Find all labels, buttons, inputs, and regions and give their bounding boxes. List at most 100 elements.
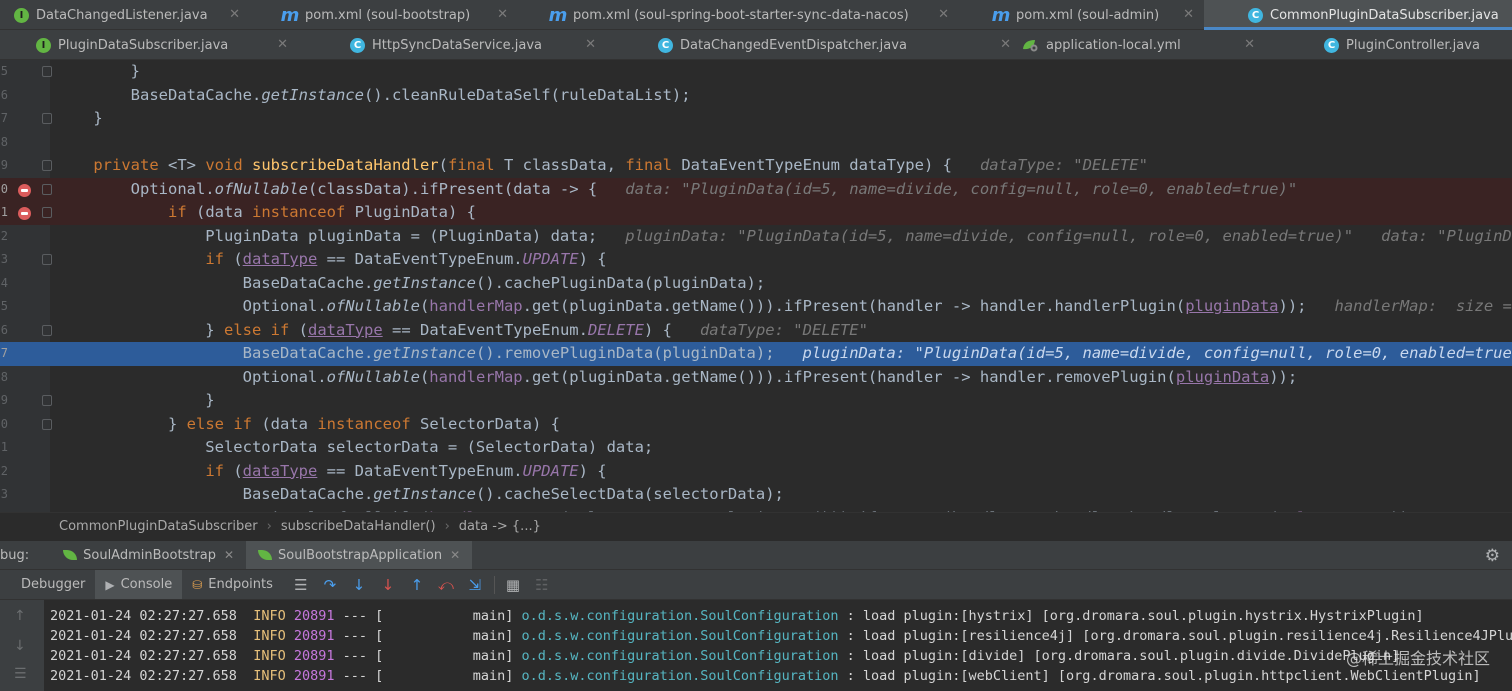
console-output[interactable]: ↑ ↓ ☰ 2021-01-24 02:27:27.658 INFO 20891…	[0, 599, 1512, 691]
breadcrumb-lambda[interactable]: data -> {...}	[459, 519, 541, 534]
code-line[interactable]: 1 SelectorData selectorData = (SelectorD…	[0, 436, 1512, 460]
step-out-icon[interactable]: ↑	[406, 574, 428, 596]
menu-icon[interactable]: ☰	[290, 574, 312, 596]
line-number[interactable]: 7	[0, 342, 8, 366]
evaluate-expression-icon[interactable]: ▦	[502, 574, 524, 596]
code-line[interactable]: 2 PluginData pluginData = (PluginData) d…	[0, 225, 1512, 249]
breakpoint-icon[interactable]	[18, 183, 31, 197]
fold-marker-icon[interactable]	[42, 66, 52, 77]
gear-icon[interactable]: ⚙	[1485, 546, 1500, 566]
line-number[interactable]: 3	[0, 483, 8, 507]
line-number[interactable]: 2	[0, 225, 8, 249]
tab-pom-soul-admin[interactable]: m pom.xml (soul-admin) ✕	[959, 0, 1204, 30]
log-line[interactable]: 2021-01-24 02:27:27.658 INFO 20891 --- […	[50, 646, 1399, 666]
close-icon[interactable]: ✕	[224, 548, 234, 562]
line-number[interactable]: 2	[0, 460, 8, 484]
drop-frame-icon[interactable]: ⤺	[435, 574, 457, 596]
line-number[interactable]: 8	[0, 366, 8, 390]
tab-plugincontroller[interactable]: C PluginController.java	[1265, 30, 1512, 60]
tab-httpsyncdataservice[interactable]: C HttpSyncDataService.java ✕	[298, 30, 606, 60]
code-line[interactable]: 6 } else if (dataType == DataEventTypeEn…	[0, 319, 1512, 343]
breadcrumb-method[interactable]: subscribeDataHandler()	[281, 519, 436, 534]
close-icon[interactable]: ✕	[1183, 7, 1194, 22]
code-text[interactable]: BaseDataCache.getInstance().cacheSelectD…	[56, 483, 784, 507]
close-icon[interactable]: ✕	[1244, 37, 1255, 52]
tab-pom-soul-bootstrap[interactable]: m pom.xml (soul-bootstrap) ✕	[250, 0, 518, 30]
code-editor[interactable]: 5 } 6 BaseDataCache.getInstance().cleanRu…	[0, 60, 1512, 512]
code-line[interactable]: 2 if (dataType == DataEventTypeEnum.UPDA…	[0, 460, 1512, 484]
line-number[interactable]: 0	[0, 178, 8, 202]
tab-datachangedeventdispatcher[interactable]: C DataChangedEventDispatcher.java ✕	[606, 30, 1021, 60]
code-line[interactable]: 3 BaseDataCache.getInstance().cacheSelec…	[0, 483, 1512, 507]
fold-marker-icon[interactable]	[42, 160, 52, 171]
code-text[interactable]: if (dataType == DataEventTypeEnum.UPDATE…	[56, 460, 606, 484]
code-text[interactable]: BaseDataCache.getInstance().cachePluginD…	[56, 272, 766, 296]
code-line[interactable]: 8 Optional.ofNullable(handlerMap.get(plu…	[0, 366, 1512, 390]
tab-commonplugindatasubscriber[interactable]: C CommonPluginDataSubscriber.java	[1204, 0, 1512, 30]
fold-marker-icon[interactable]	[42, 113, 52, 124]
line-number[interactable]: 1	[0, 201, 8, 225]
line-number[interactable]: 4	[0, 272, 8, 296]
fold-marker-icon[interactable]	[42, 207, 52, 218]
code-text[interactable]: }	[56, 389, 214, 413]
breakpoint-icon[interactable]	[18, 207, 31, 220]
line-number[interactable]: 6	[0, 84, 8, 108]
code-line[interactable]: 7 BaseDataCache.getInstance().removePlug…	[0, 342, 1512, 366]
code-line[interactable]: 9 private <T> void subscribeDataHandler(…	[0, 154, 1512, 178]
close-icon[interactable]: ✕	[497, 7, 508, 22]
line-number[interactable]: 6	[0, 319, 8, 343]
code-line[interactable]: 8	[0, 131, 1512, 155]
code-text[interactable]: if (dataType == DataEventTypeEnum.UPDATE…	[56, 248, 606, 272]
tab-pom-sync-data-nacos[interactable]: m pom.xml (soul-spring-boot-starter-sync…	[518, 0, 959, 30]
code-text[interactable]: PluginData pluginData = (PluginData) dat…	[56, 225, 1512, 249]
line-number[interactable]: 8	[0, 131, 8, 155]
fold-marker-icon[interactable]	[42, 324, 52, 336]
code-line[interactable]: 5 }	[0, 60, 1512, 84]
log-line[interactable]: 2021-01-24 02:27:27.658 INFO 20891 --- […	[50, 606, 1424, 626]
tab-endpoints[interactable]: ⛁ Endpoints	[182, 570, 283, 600]
trace-stream-icon[interactable]: ☷	[531, 574, 553, 596]
code-line[interactable]: 5 Optional.ofNullable(handlerMap.get(plu…	[0, 295, 1512, 319]
code-text[interactable]: }	[56, 107, 102, 131]
line-number[interactable]: 7	[0, 107, 8, 131]
code-text[interactable]: }	[56, 60, 140, 84]
tab-application-local-yml[interactable]: application-local.yml ✕	[1021, 30, 1265, 60]
tab-debugger[interactable]: Debugger	[0, 570, 95, 600]
up-arrow-icon[interactable]: ↑	[14, 608, 26, 624]
line-number[interactable]: 9	[0, 389, 8, 413]
soft-wrap-icon[interactable]: ☰	[14, 666, 27, 682]
code-text[interactable]: Optional.ofNullable(handlerMap.get(plugi…	[56, 295, 1512, 319]
code-text[interactable]: BaseDataCache.getInstance().cleanRuleDat…	[56, 84, 691, 108]
tab-console[interactable]: ▶ Console	[95, 569, 183, 600]
step-over-icon[interactable]: ↷	[319, 574, 341, 596]
code-text[interactable]: private <T> void subscribeDataHandler(fi…	[56, 154, 1148, 178]
force-step-into-icon[interactable]: ↓	[377, 574, 399, 596]
close-icon[interactable]: ✕	[450, 548, 460, 562]
close-icon[interactable]: ✕	[277, 37, 288, 52]
run-to-cursor-icon[interactable]: ⇲	[464, 574, 486, 596]
code-text[interactable]: if (data instanceof PluginData) {	[56, 201, 476, 225]
tab-datachangedlistener[interactable]: I DataChangedListener.java ✕	[0, 0, 250, 30]
line-number[interactable]: 3	[0, 248, 8, 272]
line-number[interactable]: 1	[0, 436, 8, 460]
fold-marker-icon[interactable]	[42, 183, 52, 195]
code-text[interactable]: BaseDataCache.getInstance().removePlugin…	[56, 342, 1512, 366]
line-number[interactable]: 5	[0, 295, 8, 319]
close-icon[interactable]: ✕	[1000, 37, 1011, 52]
fold-marker-icon[interactable]	[42, 418, 52, 430]
breadcrumb-class[interactable]: CommonPluginDataSubscriber	[59, 519, 258, 534]
code-text[interactable]: Optional.ofNullable(classData).ifPresent…	[56, 178, 1298, 202]
code-line[interactable]: 0 } else if (data instanceof SelectorDat…	[0, 413, 1512, 437]
fold-marker-icon[interactable]	[42, 254, 52, 265]
code-line[interactable]: 1 if (data instanceof PluginData) {	[0, 201, 1512, 225]
code-text[interactable]: } else if (data instanceof SelectorData)…	[56, 413, 560, 437]
session-tab-soul-bootstrap-application[interactable]: SoulBootstrapApplication ✕	[246, 540, 473, 570]
fold-marker-icon[interactable]	[42, 395, 52, 406]
code-line[interactable]: 7 }	[0, 107, 1512, 131]
close-icon[interactable]: ✕	[938, 7, 949, 22]
close-icon[interactable]: ✕	[229, 7, 240, 22]
step-into-icon[interactable]: ↓	[348, 574, 370, 596]
code-text[interactable]: } else if (dataType == DataEventTypeEnum…	[56, 319, 868, 343]
code-line[interactable]: 9 }	[0, 389, 1512, 413]
tab-plugindatasubscriber[interactable]: I PluginDataSubscriber.java ✕	[0, 30, 298, 60]
